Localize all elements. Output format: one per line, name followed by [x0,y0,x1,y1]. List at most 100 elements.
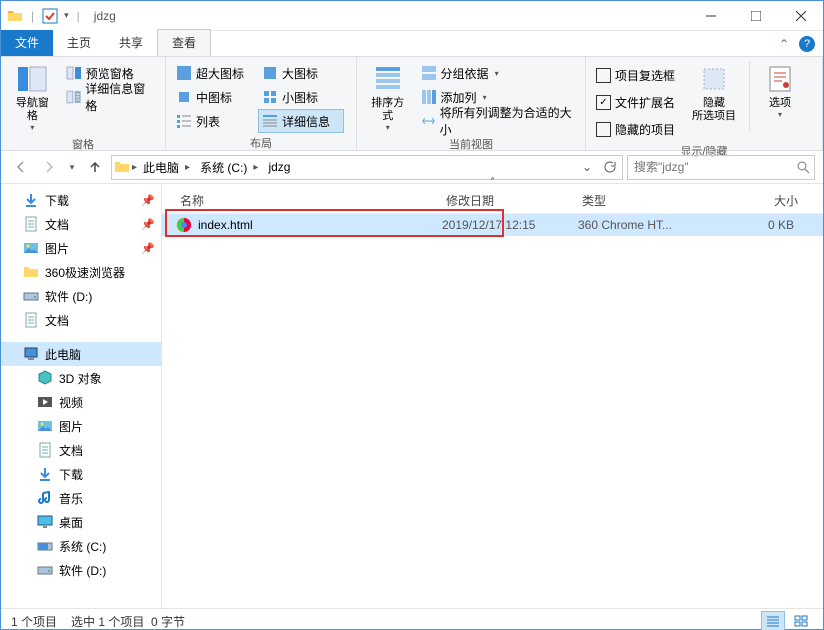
html-file-icon [176,217,192,233]
tree-item[interactable]: 软件 (D:) [1,558,161,582]
sort-indicator-icon: ⌃ [162,176,823,187]
breadcrumb[interactable]: jdzg [264,160,294,174]
ribbon-tabs: 文件 主页 共享 查看 ⌃ ? [1,31,823,56]
details-pane-button[interactable]: 详细信息窗格 [62,85,159,109]
view-m-icons[interactable]: 中图标 [172,85,258,109]
tree-item[interactable]: 图片📌 [1,236,161,260]
chevron-down-icon[interactable]: ▾ [64,10,69,21]
ribbon: 导航窗格 ▾ 预览窗格 详细信息窗格 窗格 超大图标 大图标 [1,56,823,151]
group-label-current: 当前视图 [363,134,579,155]
view-details-toggle[interactable] [761,611,785,630]
group-by-button[interactable]: 分组依据▾ [417,61,579,85]
tree-item[interactable]: 下载📌 [1,188,161,212]
col-type[interactable]: 类型 [574,192,710,209]
tab-share[interactable]: 共享 [105,30,157,56]
ribbon-collapse-icon[interactable]: ⌃ [779,37,789,51]
nav-up-button[interactable] [83,155,107,179]
pic-icon [23,240,39,256]
tab-file[interactable]: 文件 [1,30,53,56]
separator: | [31,9,34,23]
status-bar: 1 个项目 选中 1 个项目 0 字节 [1,608,823,630]
hide-selected-button[interactable]: 隐藏 所选项目 [683,61,745,125]
tree-item[interactable]: 文档📌 [1,212,161,236]
view-xl-icons[interactable]: 超大图标 [172,61,258,85]
col-date[interactable]: 修改日期 [438,192,574,209]
pic-icon [37,418,53,434]
tree-item[interactable]: 音乐 [1,486,161,510]
tree-item[interactable]: 360极速浏览器 [1,260,161,284]
view-icons-toggle[interactable] [789,611,813,630]
download-icon [23,192,39,208]
desktop-icon [37,514,53,530]
nav-pane-button[interactable]: 导航窗格 ▾ [7,61,58,134]
tree-item[interactable]: 下载 [1,462,161,486]
pin-icon: 📌 [141,194,155,207]
window-title: jdzg [94,9,116,23]
breadcrumb[interactable]: 此电脑▸ [139,159,194,176]
pin-icon: 📌 [141,218,155,231]
pc-icon [23,346,39,362]
view-l-icons[interactable]: 大图标 [258,61,344,85]
music-icon [37,490,53,506]
drive-icon [37,562,53,578]
checkbox-hidden-items[interactable]: 隐藏的项目 [592,117,679,141]
3d-icon [37,370,53,386]
breadcrumb[interactable]: 系统 (C:)▸ [196,159,262,176]
tree-item[interactable]: 此电脑 [1,342,161,366]
close-button[interactable] [778,1,823,30]
maximize-button[interactable] [733,1,778,30]
nav-forward-button[interactable] [37,155,61,179]
minimize-button[interactable] [688,1,733,30]
checkbox-item-checkboxes[interactable]: 项目复选框 [592,63,679,87]
nav-back-button[interactable] [9,155,33,179]
view-details[interactable]: 详细信息 [258,109,344,133]
doc-icon [23,216,39,232]
drive-icon [23,288,39,304]
search-input[interactable] [632,159,796,175]
video-icon [37,394,53,410]
help-icon[interactable]: ? [799,36,815,52]
col-name[interactable]: 名称 [162,192,438,209]
col-size[interactable]: 大小 [710,192,806,209]
nav-tree[interactable]: 下载📌文档📌图片📌360极速浏览器软件 (D:)文档此电脑3D 对象视频图片文档… [1,184,162,608]
sort-button[interactable]: 排序方式 ▾ [363,61,413,134]
main-area: 下载📌文档📌图片📌360极速浏览器软件 (D:)文档此电脑3D 对象视频图片文档… [1,184,823,608]
nav-recent-button[interactable]: ▾ [65,155,79,179]
tree-item[interactable]: 文档 [1,308,161,332]
tree-item[interactable]: 系统 (C:) [1,534,161,558]
tree-item[interactable]: 视频 [1,390,161,414]
file-row[interactable]: index.html2019/12/17 12:15360 Chrome HT.… [162,214,823,236]
tree-item[interactable]: 软件 (D:) [1,284,161,308]
group-label-panes: 窗格 [7,134,159,155]
status-selection: 选中 1 个项目 0 字节 [71,613,185,630]
drive-c-icon [37,538,53,554]
titlebar: | ▾ | jdzg [1,1,823,31]
tab-view[interactable]: 查看 [157,29,211,56]
view-s-icons[interactable]: 小图标 [258,85,344,109]
tree-item[interactable]: 文档 [1,438,161,462]
search-icon[interactable] [796,160,810,174]
folder-icon [114,159,130,175]
tree-item[interactable]: 3D 对象 [1,366,161,390]
tree-item[interactable]: 桌面 [1,510,161,534]
doc-icon [37,442,53,458]
tab-home[interactable]: 主页 [53,30,105,56]
view-list[interactable]: 列表 [172,109,258,133]
doc-icon [23,312,39,328]
separator: | [77,9,80,23]
download-icon [37,466,53,482]
tree-item[interactable]: 图片 [1,414,161,438]
file-pane: ⌃ 名称 修改日期 类型 大小 index.html2019/12/17 12:… [162,184,823,608]
folder-icon [7,8,23,24]
status-item-count: 1 个项目 [11,613,57,630]
column-headers[interactable]: 名称 修改日期 类型 大小 [162,187,823,214]
group-label-layout: 布局 [172,133,350,154]
refresh-button[interactable] [598,157,620,178]
pin-icon: 📌 [141,242,155,255]
checkbox-file-extensions[interactable]: ✓文件扩展名 [592,90,679,114]
checkbox-icon[interactable] [42,8,58,24]
options-button[interactable]: 选项 ▾ [754,61,806,121]
autosize-columns-button[interactable]: 将所有列调整为合适的大小 [417,109,579,133]
folder-icon [23,264,39,280]
address-dropdown-button[interactable]: ⌄ [576,157,598,178]
